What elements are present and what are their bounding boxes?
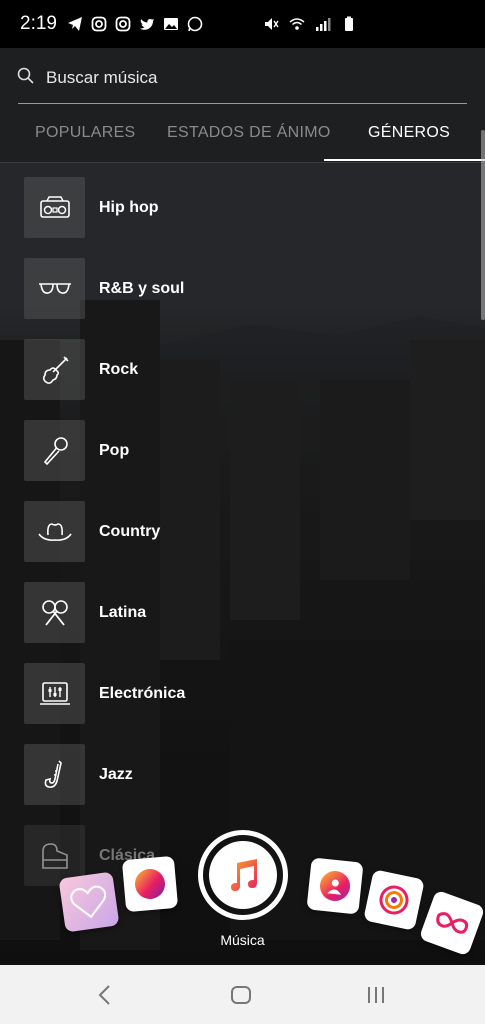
- system-nav-bar: [0, 965, 485, 1024]
- whatsapp-icon: [187, 16, 203, 32]
- genre-label: R&B y soul: [99, 280, 185, 297]
- maracas-icon: [24, 582, 85, 643]
- notification-icons: [67, 16, 203, 32]
- genre-item-pop[interactable]: Pop: [24, 420, 444, 482]
- genre-label: Hip hop: [99, 199, 159, 216]
- saxophone-icon: [24, 744, 85, 805]
- home-icon[interactable]: [229, 983, 253, 1007]
- status-bar: 2:19: [0, 0, 485, 48]
- genre-item-rnb-soul[interactable]: R&B y soul: [24, 258, 444, 320]
- search-underline: [18, 103, 467, 104]
- genre-label: Latina: [99, 604, 147, 621]
- instagram-icon: [91, 16, 107, 32]
- scrollbar[interactable]: [481, 130, 485, 320]
- rings-icon[interactable]: [363, 869, 425, 931]
- gallery-icon: [163, 18, 178, 30]
- heart-effect-icon[interactable]: [58, 871, 120, 933]
- recents-icon[interactable]: [364, 983, 388, 1007]
- signal-icon: [316, 18, 331, 31]
- active-tab-indicator: [324, 159, 485, 161]
- status-time: 2:19: [20, 13, 57, 34]
- genre-label: Rock: [99, 361, 139, 378]
- selected-effect-label: Música: [220, 932, 265, 948]
- mute-icon: [265, 18, 279, 30]
- guitar-icon: [24, 339, 85, 400]
- search-icon: [17, 67, 34, 84]
- system-icons: [263, 16, 357, 32]
- tab-generos[interactable]: GÉNEROS: [368, 124, 450, 142]
- genre-item-country[interactable]: Country: [24, 501, 444, 563]
- sunglasses-icon: [24, 258, 85, 319]
- music-note-icon: [231, 859, 257, 891]
- battery-icon: [345, 16, 353, 31]
- instagram-icon: [115, 16, 131, 32]
- wifi-icon: [289, 18, 305, 30]
- telegram-icon: [67, 17, 82, 31]
- effects-carousel: Música: [0, 825, 485, 965]
- genre-item-latina[interactable]: Latina: [24, 582, 444, 644]
- genre-label: Jazz: [99, 766, 133, 783]
- music-capture-button[interactable]: [198, 830, 288, 920]
- search-input[interactable]: [44, 64, 448, 92]
- profile-icon[interactable]: [306, 857, 364, 915]
- gradient-circle-icon[interactable]: [121, 855, 179, 913]
- back-icon[interactable]: [93, 983, 117, 1007]
- genre-label: Electrónica: [99, 685, 186, 702]
- cowboy-hat-icon: [24, 501, 85, 562]
- tab-bar: POPULARES ESTADOS DE ÁNIMO GÉNEROS: [0, 108, 485, 163]
- tab-populares[interactable]: POPULARES: [35, 124, 136, 142]
- microphone-icon: [24, 420, 85, 481]
- genre-item-electronica[interactable]: Electrónica: [24, 663, 444, 725]
- tab-estados-de-animo[interactable]: ESTADOS DE ÁNIMO: [167, 124, 331, 142]
- genre-item-rock[interactable]: Rock: [24, 339, 444, 401]
- twitter-icon: [139, 19, 154, 30]
- genre-label: Country: [99, 523, 161, 540]
- mixer-icon: [24, 663, 85, 724]
- search-bar: [0, 48, 485, 108]
- boombox-icon: [24, 177, 85, 238]
- genre-item-jazz[interactable]: Jazz: [24, 744, 444, 806]
- genre-label: Pop: [99, 442, 130, 459]
- genre-item-hip-hop[interactable]: Hip hop: [24, 177, 444, 239]
